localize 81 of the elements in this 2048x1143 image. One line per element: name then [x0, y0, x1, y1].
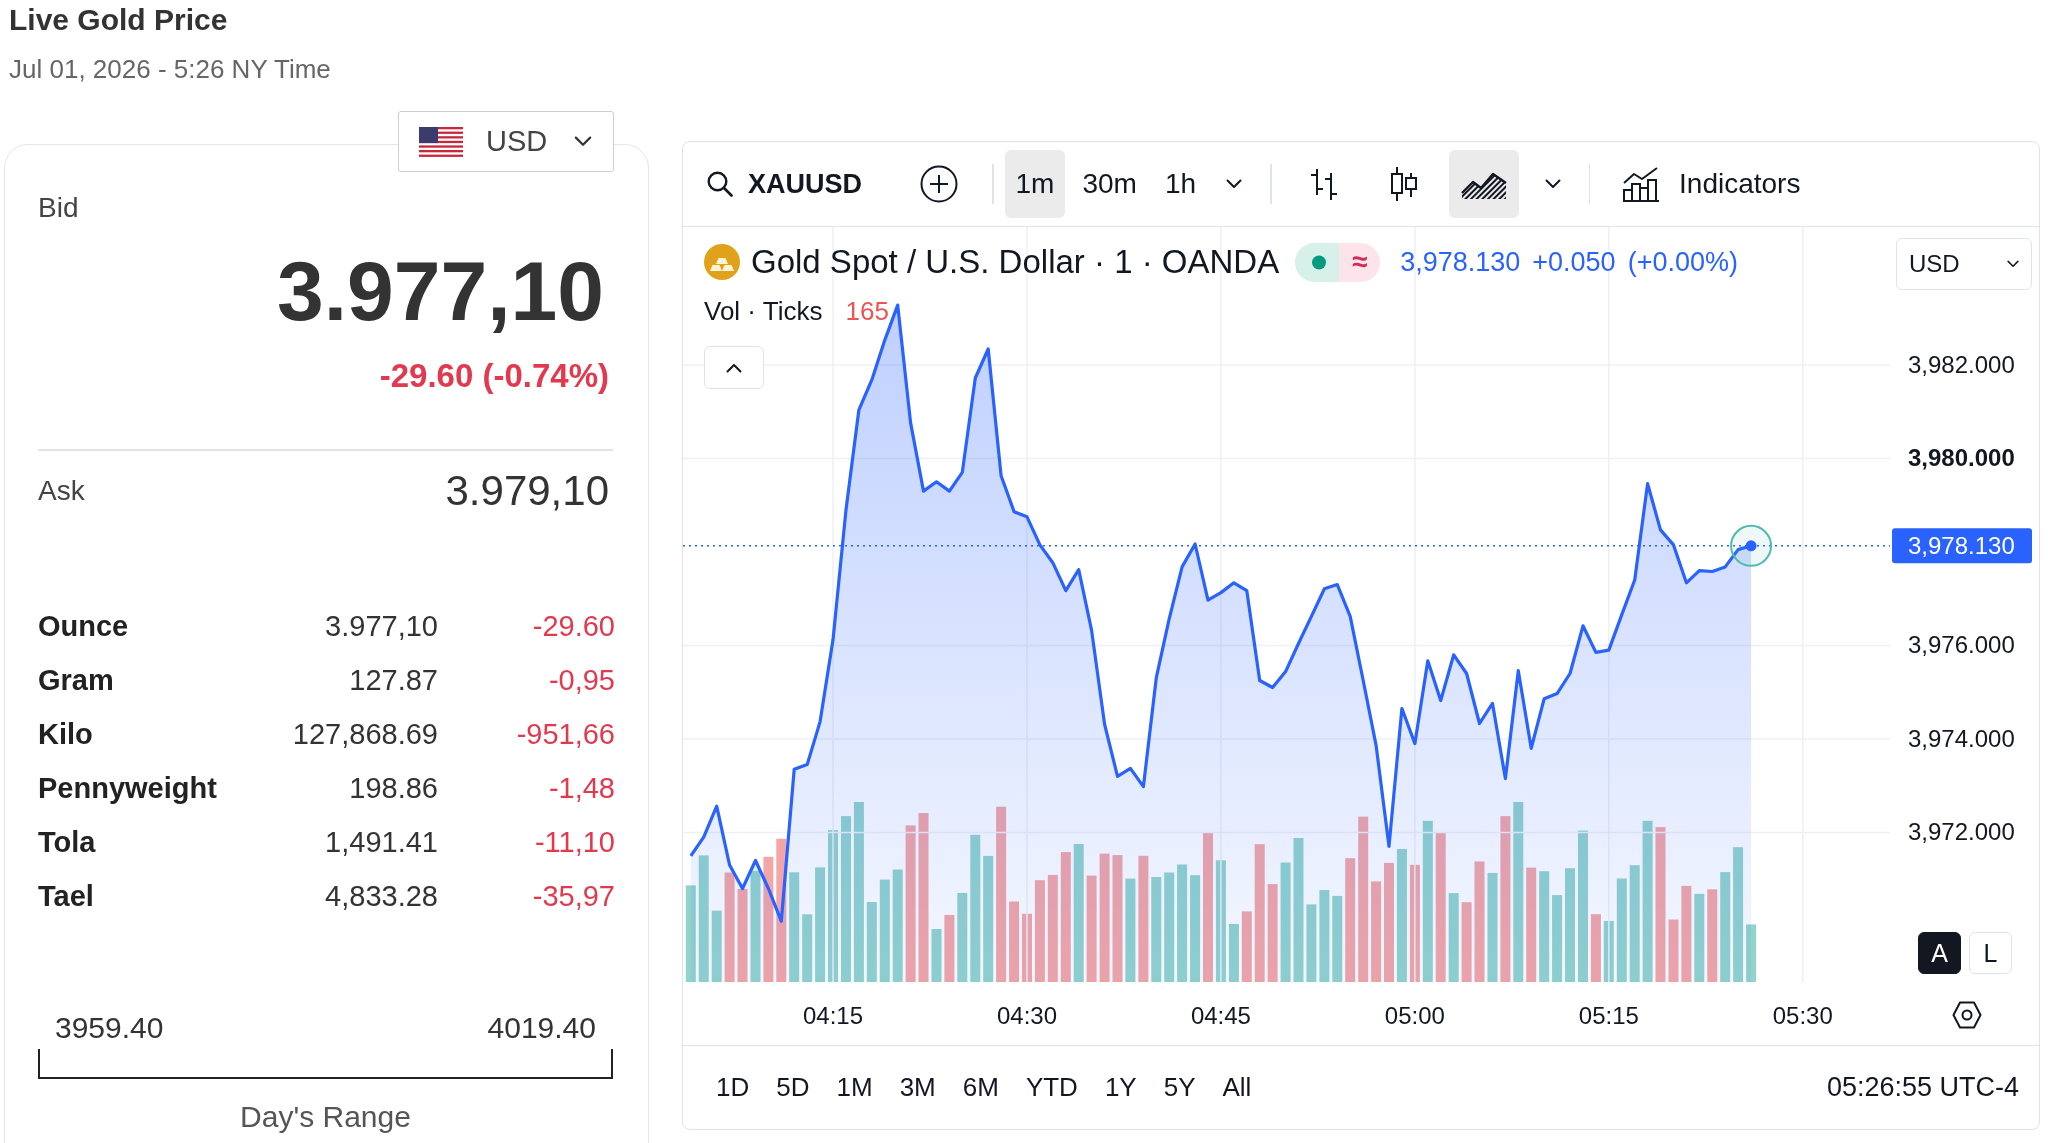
caret-up-icon	[726, 362, 742, 373]
range-low: 3959.40	[55, 1010, 164, 1045]
price-axis-label: 3,972.000	[1908, 818, 2015, 846]
unit-name: Tael	[38, 880, 94, 913]
unit-price: 3.977,10	[325, 610, 438, 643]
unit-name: Kilo	[38, 718, 93, 751]
legend-title: Gold Spot / U.S. Dollar · 1 · OANDA	[751, 243, 1280, 281]
unit-name: Gram	[38, 664, 114, 697]
range-button[interactable]: 1D	[705, 1061, 761, 1114]
legend-change: +0.050	[1532, 246, 1616, 278]
unit-price: 4,833.28	[325, 880, 438, 913]
caret-icon	[2007, 260, 2019, 268]
plus-circle-icon	[920, 165, 958, 203]
range-high: 4019.40	[487, 1010, 596, 1045]
unit-change: -35,97	[532, 880, 615, 913]
unit-name: Tola	[38, 826, 96, 859]
bid-price: 3.977,10	[277, 243, 604, 339]
currency-select[interactable]: USD	[1896, 238, 2032, 290]
volume-legend-title: Vol · Ticks	[704, 295, 823, 327]
range-button[interactable]: 5D	[765, 1061, 821, 1114]
range-label: Day's Range	[240, 1098, 411, 1135]
time-axis-label: 05:15	[1578, 1002, 1639, 1029]
symbol-search-button[interactable]: XAUUSD	[694, 154, 874, 214]
unit-name: Pennyweight	[38, 772, 217, 805]
range-button[interactable]: YTD	[1014, 1061, 1089, 1114]
search-icon	[707, 171, 733, 197]
unit-change: -1,48	[548, 772, 615, 805]
ref-line-label: 3,978.130	[1908, 531, 2015, 559]
range-button[interactable]: 1M	[825, 1061, 884, 1114]
unit-price: 198.86	[349, 772, 438, 805]
unit-change: -0,95	[548, 664, 615, 697]
ask-price: 3.979,10	[445, 466, 609, 515]
unit-name: Ounce	[38, 610, 129, 643]
scale-mode-button[interactable]: A	[1918, 932, 1961, 974]
unit-change: -11,10	[534, 826, 615, 859]
bar-chart-icon	[1622, 166, 1661, 202]
caret-icon	[1544, 179, 1561, 189]
time-axis-label: 04:15	[803, 1002, 864, 1029]
range-button[interactable]: 3M	[888, 1061, 947, 1114]
price-axis-label: 3,982.000	[1908, 350, 2015, 378]
interval-tab[interactable]: 30m	[1071, 150, 1148, 218]
bid-label: Bid	[38, 191, 79, 225]
currency-select[interactable]: USD	[398, 111, 614, 172]
range-button[interactable]: 1Y	[1093, 1061, 1148, 1114]
price-axis-label: 3,974.000	[1908, 724, 2015, 752]
price-axis-label: 3,976.000	[1908, 631, 2015, 659]
caret-icon	[1226, 179, 1243, 189]
range-button[interactable]: 5Y	[1152, 1061, 1207, 1114]
unit-price: 1,491.41	[325, 826, 438, 859]
clock-time[interactable]: 05:26:55 UTC-4	[1826, 1072, 2019, 1103]
unit-price: 127.87	[349, 664, 438, 697]
time-axis-label: 04:45	[1190, 1002, 1251, 1029]
legend-change-percent: (+0.00%)	[1627, 246, 1738, 278]
settings-icon[interactable]	[1952, 1001, 1982, 1029]
data-quality-badge: ≈	[1339, 242, 1381, 282]
last-price-label: 3,978.130	[1892, 528, 2032, 564]
ask-label: Ask	[38, 474, 85, 507]
price-axis-label: 3,980.000	[1908, 444, 2015, 472]
ingot-stack-icon	[704, 244, 740, 280]
volume-value: 165	[845, 295, 889, 327]
legend-price: 3,978.130	[1400, 246, 1521, 278]
us-flag-icon	[419, 126, 463, 157]
range-button[interactable]: All	[1211, 1061, 1263, 1114]
ohlc-bars-icon	[1308, 166, 1339, 202]
date-time: Jul 01, 2026 - 5:26 NY Time	[9, 53, 331, 86]
time-axis-label: 04:30	[996, 1002, 1057, 1029]
scale-mode-button[interactable]: L	[1969, 932, 2012, 974]
interval-tab[interactable]: 1h	[1153, 150, 1208, 218]
bid-change: -29.60 (-0.74%)	[379, 356, 609, 396]
interval-tab[interactable]: 1m	[1004, 150, 1066, 218]
candlestick-icon	[1388, 166, 1419, 202]
chart-style-button[interactable]	[1448, 150, 1519, 218]
page-title: Live Gold Price	[9, 2, 228, 38]
time-axis-label: 05:00	[1384, 1002, 1445, 1029]
caret-icon	[574, 136, 593, 147]
unit-change: -29.60	[532, 610, 615, 643]
indicators-button[interactable]: Indicators	[1602, 154, 1811, 214]
unit-price: 127,868.69	[292, 718, 438, 751]
time-axis-label: 05:30	[1772, 1002, 1833, 1029]
range-button[interactable]: 6M	[951, 1061, 1010, 1114]
unit-change: -951,66	[516, 718, 615, 751]
